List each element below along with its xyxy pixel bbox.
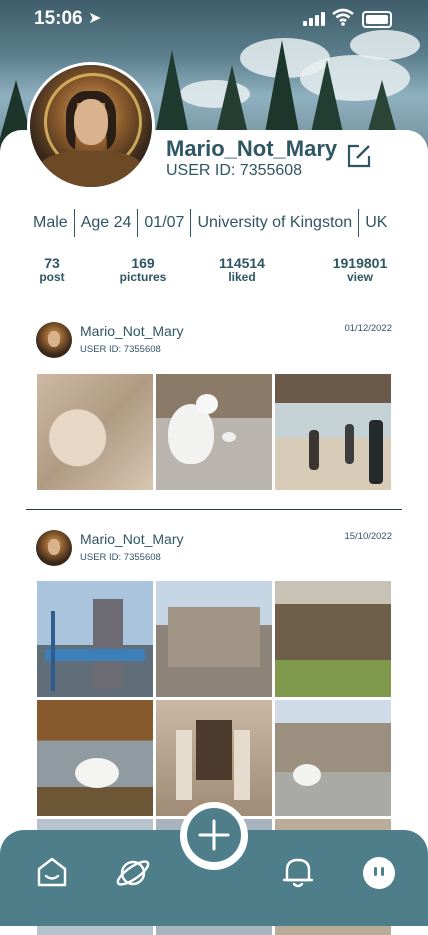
planet-icon[interactable] — [114, 854, 152, 892]
stat-posts[interactable]: 73 post — [12, 255, 92, 284]
post-divider — [26, 509, 402, 510]
photo-station-people[interactable] — [275, 374, 391, 490]
profile-user-id: USER ID: 7355608 — [166, 162, 303, 179]
stat-pictures-value: 169 — [131, 255, 155, 271]
bell-icon[interactable] — [281, 854, 315, 890]
stat-views[interactable]: 1919801 view — [320, 255, 400, 284]
stat-views-value: 1919801 — [332, 255, 388, 271]
profile-info-row: Male Age 24 01/07 University of Kingston… — [27, 208, 393, 238]
stat-posts-value: 73 — [44, 255, 60, 271]
location-arrow-icon: ➤ — [88, 10, 102, 27]
wifi-icon — [332, 8, 354, 26]
profile-avatar[interactable] — [30, 65, 152, 187]
post-author-name[interactable]: Mario_Not_Mary — [80, 323, 183, 339]
post-date: 15/10/2022 — [344, 531, 392, 542]
photo-museum-statues[interactable] — [156, 700, 272, 816]
post-date: 01/12/2022 — [344, 323, 392, 334]
profile-stats: 73 post 169 pictures 114514 liked 191980… — [0, 255, 428, 287]
photo-swan-lake[interactable] — [37, 700, 153, 816]
info-age: Age 24 — [75, 209, 139, 237]
stat-pictures[interactable]: 169 pictures — [103, 255, 183, 284]
info-birthday: 01/07 — [138, 209, 192, 237]
photo-stone-carving[interactable] — [37, 374, 153, 490]
signal-icon — [303, 12, 325, 26]
stat-liked-value: 114514 — [219, 255, 265, 271]
photo-tower-bridge[interactable] — [37, 581, 153, 697]
stat-posts-label: post — [39, 270, 65, 284]
status-time: 15:06 — [34, 8, 83, 29]
stat-liked-label: liked — [228, 270, 256, 284]
photo-park-trees[interactable] — [275, 581, 391, 697]
add-post-button[interactable] — [187, 808, 241, 862]
profile-username: Mario_Not_Mary — [166, 136, 338, 161]
post-header: Mario_Not_Mary USER ID: 7355608 15/10/20… — [36, 530, 396, 570]
photo-tower-of-london[interactable] — [156, 581, 272, 697]
post-author-avatar[interactable] — [36, 322, 72, 358]
post-photo-grid — [37, 374, 391, 490]
info-gender: Male — [27, 209, 75, 237]
stat-views-label: view — [346, 270, 373, 284]
photo-seagull[interactable] — [156, 374, 272, 490]
info-country: UK — [365, 214, 388, 231]
post-author-avatar[interactable] — [36, 530, 72, 566]
post-author-name[interactable]: Mario_Not_Mary — [80, 531, 183, 547]
stat-liked[interactable]: 114514 liked — [202, 255, 282, 284]
post-header: Mario_Not_Mary USER ID: 7355608 01/12/20… — [36, 322, 396, 362]
info-university: University of Kingston — [191, 209, 360, 237]
edit-profile-icon[interactable] — [345, 142, 373, 170]
photo-castle-seagull[interactable] — [275, 700, 391, 816]
post-author-id: USER ID: 7355608 — [80, 344, 161, 355]
battery-icon — [362, 11, 392, 28]
stat-pictures-label: pictures — [119, 270, 167, 284]
add-icon — [198, 819, 230, 851]
post-photo-grid — [37, 581, 391, 816]
status-bar: 15:06 ➤ — [0, 0, 428, 38]
profile-icon[interactable] — [362, 856, 396, 890]
post-author-id: USER ID: 7355608 — [80, 552, 161, 563]
home-icon[interactable] — [34, 854, 70, 890]
